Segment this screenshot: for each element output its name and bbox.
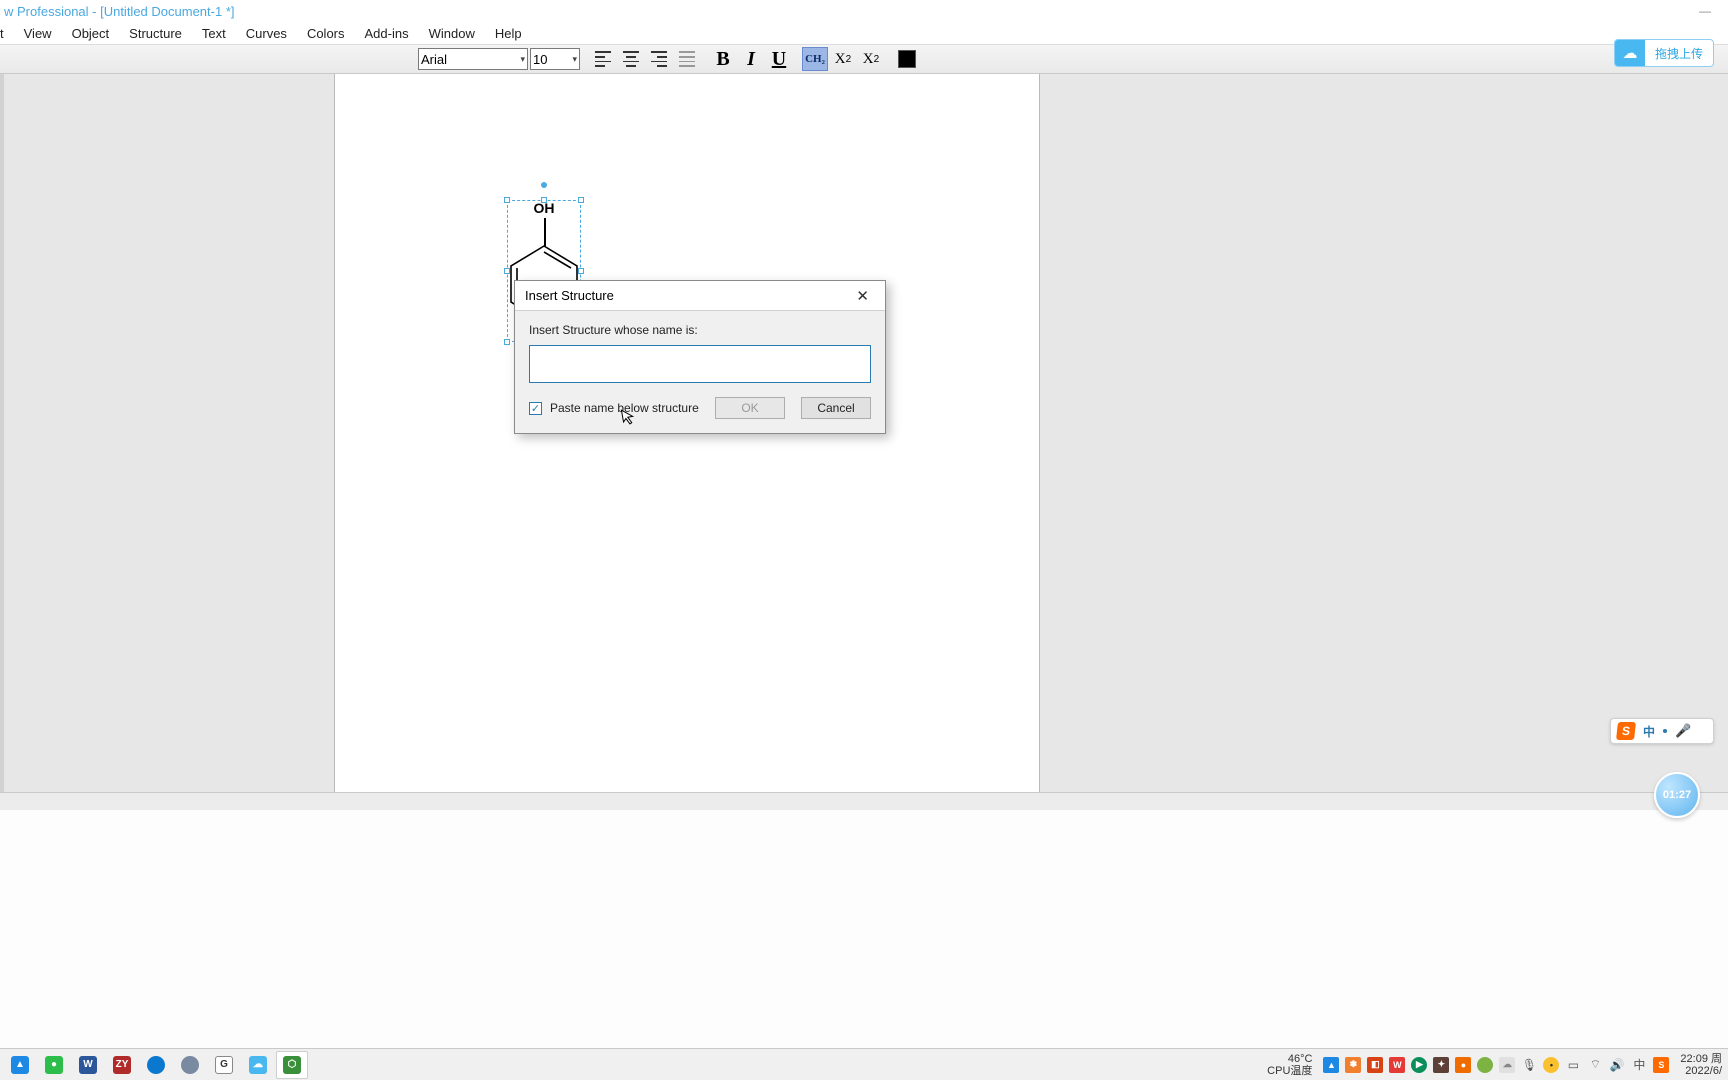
taskbar-app-6[interactable] [174, 1051, 206, 1079]
minimize-button[interactable]: — [1682, 0, 1728, 22]
ime-separator-icon [1663, 729, 1667, 733]
menu-item-object[interactable]: Object [62, 24, 120, 43]
font-size-combo[interactable]: 10 ▾ [530, 48, 580, 70]
lower-region [0, 810, 1728, 1048]
tray-icon-2[interactable]: ✽ [1344, 1056, 1362, 1074]
window-title: w Professional - [Untitled Document-1 *] [4, 4, 234, 19]
tray-icon-wps[interactable]: W [1388, 1056, 1406, 1074]
taskbar-app-word[interactable]: W [72, 1051, 104, 1079]
paste-name-checkbox[interactable]: ✓ [529, 402, 542, 415]
clock-date: 2022/6/ [1680, 1065, 1722, 1077]
tray-icon-3[interactable]: ◧ [1366, 1056, 1384, 1074]
chevron-down-icon: ▾ [572, 54, 577, 65]
timer-value: 01:27 [1663, 789, 1691, 801]
taskbar-app-zy[interactable]: ZY [106, 1051, 138, 1079]
tray-icon-1[interactable]: ▲ [1322, 1056, 1340, 1074]
tray-icon-cloud[interactable]: ☁ [1498, 1056, 1516, 1074]
menu-item-structure[interactable]: Structure [119, 24, 192, 43]
ok-button[interactable]: OK [715, 397, 785, 419]
menu-item-text[interactable]: Text [192, 24, 236, 43]
microphone-icon[interactable]: 🎤 [1675, 723, 1691, 739]
tray-icon-play[interactable]: ▶ [1410, 1056, 1428, 1074]
atom-label-oh: OH [534, 200, 555, 216]
align-center-button[interactable] [618, 47, 644, 71]
temperature-value: 46°C [1267, 1053, 1312, 1065]
sogou-logo-icon: S [1616, 722, 1636, 740]
resize-handle-tr[interactable] [578, 197, 584, 203]
taskbar-clock[interactable]: 22:09 周 2022/6/ [1674, 1053, 1728, 1077]
tray-icon-6[interactable]: ✦ [1432, 1056, 1450, 1074]
taskbar-app-8[interactable]: ☁ [242, 1051, 274, 1079]
dialog-prompt: Insert Structure whose name is: [529, 323, 871, 337]
menu-item-window[interactable]: Window [419, 24, 485, 43]
timer-widget[interactable]: 01:27 [1654, 772, 1700, 818]
align-right-button[interactable] [646, 47, 672, 71]
taskbar-app-edge[interactable] [140, 1051, 172, 1079]
tray-icon-mic[interactable]: 🎙 [1520, 1056, 1538, 1074]
dialog-title: Insert Structure [525, 288, 614, 303]
menu-item-help[interactable]: Help [485, 24, 532, 43]
taskbar-app-chemdraw[interactable]: ⬡ [276, 1051, 308, 1079]
subscript-button[interactable]: X2 [830, 47, 856, 71]
temperature-widget[interactable]: 46°C CPU温度 [1267, 1053, 1318, 1077]
horizontal-scrollbar[interactable] [0, 792, 1728, 810]
cancel-button[interactable]: Cancel [801, 397, 871, 419]
bold-button[interactable]: B [710, 47, 736, 71]
close-button[interactable]: ✕ [850, 285, 875, 307]
menu-item-colors[interactable]: Colors [297, 24, 355, 43]
taskbar: ▲ ● W ZY G ☁ ⬡ 46°C CPU温度 ▲ ✽ ◧ W ▶ ✦ ● … [0, 1048, 1728, 1080]
formatting-toolbar: Arial ▾ 10 ▾ B I U CH₂ X2 X2 ☁ 拖拽上传 [0, 44, 1728, 74]
tray-volume-icon[interactable]: 🔊 [1608, 1056, 1626, 1074]
tray-icon-10[interactable]: • [1542, 1056, 1560, 1074]
italic-button[interactable]: I [738, 47, 764, 71]
font-family-value: Arial [421, 52, 447, 67]
resize-handle-bl[interactable] [504, 339, 510, 345]
taskbar-pins: ▲ ● W ZY G ☁ ⬡ [0, 1051, 308, 1079]
system-tray: ▲ ✽ ◧ W ▶ ✦ ● ☁ 🎙 • ▭ ⌔ 🔊 中 S [1318, 1056, 1674, 1074]
font-size-value: 10 [533, 52, 547, 67]
ime-toolbar[interactable]: S 中 🎤 [1610, 718, 1714, 744]
menu-item-view[interactable]: View [14, 24, 62, 43]
ime-language[interactable]: 中 [1643, 723, 1655, 740]
structure-name-input[interactable] [529, 345, 871, 383]
title-bar: w Professional - [Untitled Document-1 *]… [0, 0, 1728, 22]
chevron-down-icon: ▾ [520, 54, 525, 65]
taskbar-app-wechat[interactable]: ● [38, 1051, 70, 1079]
taskbar-app-1[interactable]: ▲ [4, 1051, 36, 1079]
menu-item-curves[interactable]: Curves [236, 24, 297, 43]
menu-item-edit-partial[interactable]: t [0, 24, 14, 43]
color-picker-button[interactable] [898, 50, 916, 68]
taskbar-app-7[interactable]: G [208, 1051, 240, 1079]
upload-widget[interactable]: ☁ 拖拽上传 [1614, 39, 1714, 67]
cloud-icon: ☁ [1615, 40, 1645, 66]
tray-sogou-icon[interactable]: S [1652, 1056, 1670, 1074]
align-left-button[interactable] [590, 47, 616, 71]
menu-bar: t View Object Structure Text Curves Colo… [0, 22, 1728, 44]
align-justify-button[interactable] [674, 47, 700, 71]
dialog-titlebar[interactable]: Insert Structure ✕ [515, 281, 885, 311]
tray-ime-icon[interactable]: 中 [1630, 1056, 1648, 1074]
formula-style-button[interactable]: CH₂ [802, 47, 828, 71]
window-controls: — [1682, 0, 1728, 22]
bond-line [544, 218, 546, 246]
paste-name-label: Paste name below structure [550, 401, 699, 415]
tray-icon-7[interactable]: ● [1454, 1056, 1472, 1074]
font-family-combo[interactable]: Arial ▾ [418, 48, 528, 70]
superscript-button[interactable]: X2 [858, 47, 884, 71]
resize-handle-tl[interactable] [504, 197, 510, 203]
clock-suffix: 周 [1711, 1053, 1722, 1065]
clock-time: 22:09 [1680, 1053, 1708, 1065]
insert-structure-dialog: Insert Structure ✕ Insert Structure whos… [514, 280, 886, 434]
underline-button[interactable]: U [766, 47, 792, 71]
tray-icon-8[interactable] [1476, 1056, 1494, 1074]
upload-label: 拖拽上传 [1645, 45, 1713, 62]
tray-battery-icon[interactable]: ▭ [1564, 1056, 1582, 1074]
rotate-handle[interactable] [541, 182, 547, 188]
temperature-label: CPU温度 [1267, 1065, 1312, 1077]
tray-wifi-icon[interactable]: ⌔ [1586, 1056, 1604, 1074]
menu-item-addins[interactable]: Add-ins [355, 24, 419, 43]
